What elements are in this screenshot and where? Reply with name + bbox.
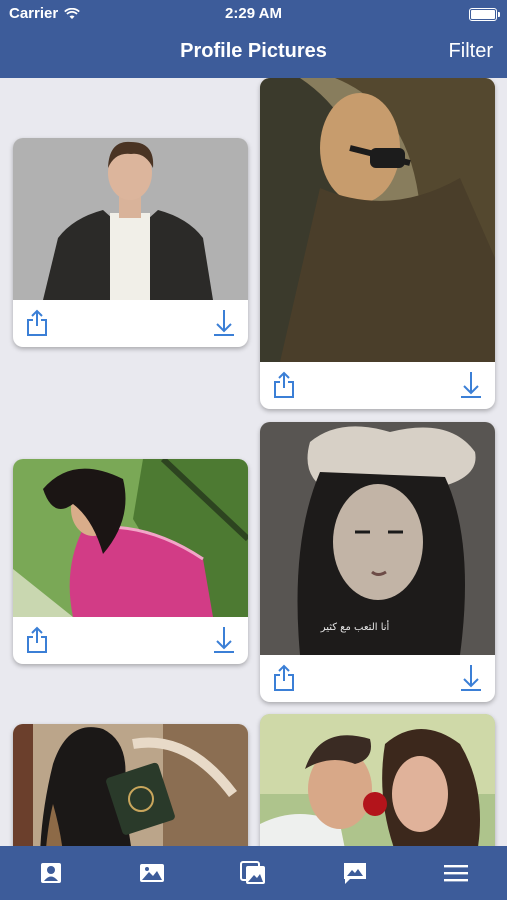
page-title: Profile Pictures bbox=[180, 40, 327, 62]
tab-bar bbox=[0, 846, 507, 900]
download-icon[interactable] bbox=[212, 626, 236, 654]
profile-icon bbox=[40, 863, 61, 883]
photo-overlay-text: أنا التعب مع كثير bbox=[320, 622, 390, 633]
message-image-icon bbox=[343, 863, 366, 884]
tab-menu[interactable] bbox=[436, 853, 476, 893]
tab-images[interactable] bbox=[132, 853, 172, 893]
share-icon[interactable] bbox=[272, 664, 296, 692]
download-icon[interactable] bbox=[459, 664, 483, 692]
photo-man-leather-jacket[interactable] bbox=[13, 138, 248, 300]
picture-feed[interactable]: أنا التعب مع كثير bbox=[0, 78, 507, 846]
card-actions bbox=[260, 361, 495, 409]
share-icon[interactable] bbox=[25, 309, 49, 337]
status-bar: Carrier 2:29 AM bbox=[0, 0, 507, 28]
battery-icon bbox=[469, 8, 500, 21]
nav-header: Carrier 2:29 AM Profile Pictures Filter bbox=[0, 0, 507, 78]
share-icon[interactable] bbox=[272, 371, 296, 399]
share-icon[interactable] bbox=[25, 626, 49, 654]
download-icon[interactable] bbox=[459, 371, 483, 399]
status-time: 2:29 AM bbox=[225, 5, 282, 22]
photo-woman-hijab-book[interactable] bbox=[13, 724, 248, 846]
tab-messages[interactable] bbox=[335, 853, 375, 893]
picture-card bbox=[13, 459, 248, 664]
filter-button[interactable]: Filter bbox=[449, 40, 493, 63]
picture-card bbox=[260, 714, 495, 846]
download-icon[interactable] bbox=[212, 309, 236, 337]
photo-girl-pink-shirt[interactable] bbox=[13, 459, 248, 617]
gallery-icon bbox=[240, 861, 266, 884]
photo-couple-rose[interactable] bbox=[260, 714, 495, 846]
picture-card bbox=[260, 78, 495, 409]
photo-woman-sunglasses[interactable] bbox=[260, 78, 495, 362]
menu-icon bbox=[444, 865, 469, 882]
picture-card bbox=[13, 138, 248, 347]
picture-card: أنا التعب مع كثير bbox=[260, 422, 495, 702]
image-icon bbox=[140, 864, 165, 882]
card-actions bbox=[13, 616, 248, 664]
picture-card bbox=[13, 724, 248, 846]
photo-woman-flower-headpiece[interactable] bbox=[260, 422, 495, 655]
tab-profile[interactable] bbox=[31, 853, 71, 893]
card-actions bbox=[260, 654, 495, 702]
card-actions bbox=[13, 299, 248, 347]
tab-gallery[interactable] bbox=[233, 853, 273, 893]
